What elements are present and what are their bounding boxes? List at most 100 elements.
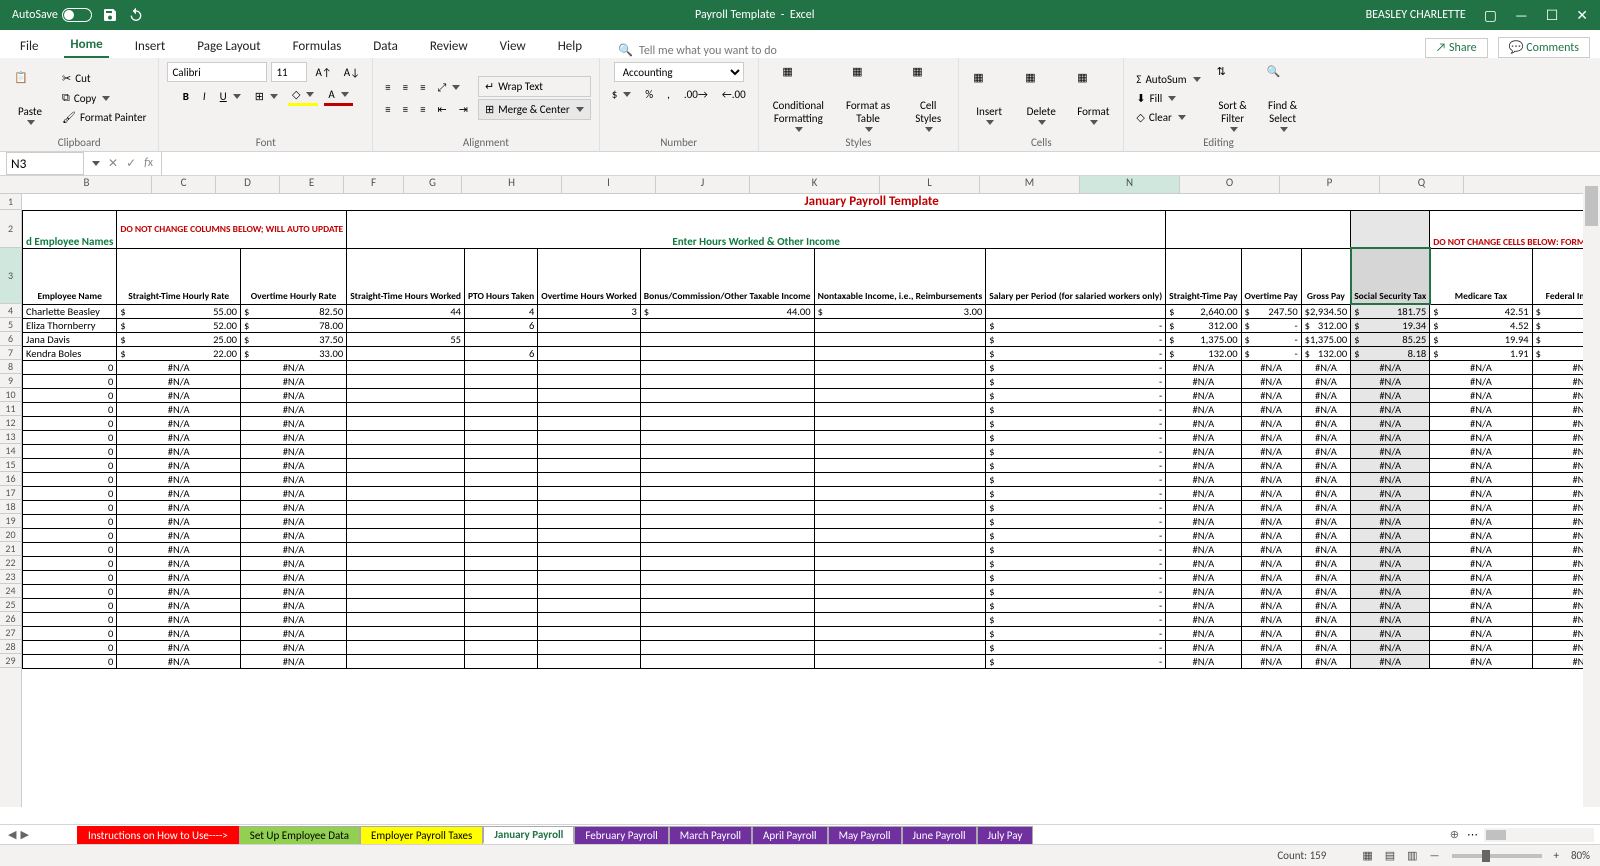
cell[interactable] [814,500,986,514]
paste-button[interactable]: 📋 Paste [8,69,52,127]
cell[interactable]: #N/A [241,500,347,514]
grid[interactable]: January Payroll Templated Employee Names… [22,194,1583,807]
row-header[interactable]: 20 [0,528,21,542]
font-color-button[interactable]: A [324,86,352,106]
cell[interactable]: $- [986,556,1166,570]
cell[interactable]: $- [1532,346,1583,360]
cell[interactable]: #N/A [117,612,241,626]
cell[interactable]: #N/A [1532,626,1583,640]
cell[interactable]: #N/A [241,416,347,430]
column-header[interactable]: K [750,176,880,193]
row-header[interactable]: 24 [0,584,21,598]
cell[interactable]: #N/A [1166,514,1241,528]
sort-filter-button[interactable]: ⇅Sort & Filter [1211,63,1255,134]
cell[interactable]: #N/A [117,584,241,598]
column-header[interactable]: L [880,176,980,193]
cell[interactable]: $- [986,416,1166,430]
cell[interactable] [814,332,986,346]
cell[interactable] [347,612,465,626]
employee-name-cell[interactable]: Charlette Beasley [23,304,117,318]
cell[interactable]: #N/A [117,626,241,640]
cell[interactable]: #N/A [241,458,347,472]
column-header[interactable]: Q [1380,176,1464,193]
comments-button[interactable]: 💬 Comments [1498,37,1590,58]
cell[interactable] [814,388,986,402]
cell[interactable]: #N/A [1532,486,1583,500]
row-header[interactable]: 22 [0,556,21,570]
cell[interactable] [814,486,986,500]
format-painter-button[interactable]: 🖌 Format Painter [58,109,150,126]
name-box[interactable] [6,152,84,175]
cell[interactable]: #N/A [1166,654,1241,668]
cell[interactable]: #N/A [1301,486,1351,500]
cell[interactable]: #N/A [1301,640,1351,654]
cell[interactable]: #N/A [1241,402,1301,416]
wrap-text-button[interactable]: ↵ Wrap Text [478,76,591,97]
cell[interactable] [538,500,641,514]
decrease-decimal-icon[interactable]: ←.00 [718,86,750,103]
cell[interactable]: #N/A [1532,556,1583,570]
cell[interactable]: #N/A [1532,430,1583,444]
cell[interactable] [347,388,465,402]
cell[interactable]: #N/A [1532,598,1583,612]
cell[interactable] [640,430,814,444]
autosave-toggle[interactable]: AutoSave [12,8,92,22]
cell[interactable]: 0 [23,374,117,388]
cell[interactable] [347,570,465,584]
cell[interactable] [347,402,465,416]
cell[interactable] [814,430,986,444]
cell[interactable]: #N/A [1351,486,1430,500]
cell[interactable]: #N/A [1241,542,1301,556]
cell[interactable]: $181.75 [1351,304,1430,318]
cell[interactable]: #N/A [1351,556,1430,570]
cell[interactable] [814,458,986,472]
cell[interactable]: $- [986,584,1166,598]
column-header[interactable]: C [152,176,216,193]
cell[interactable]: #N/A [1301,500,1351,514]
cell[interactable] [986,304,1166,318]
cell[interactable]: $- [986,332,1166,346]
sheet-tab[interactable]: June Payroll [902,826,977,844]
cell[interactable] [464,500,537,514]
cell[interactable] [538,472,641,486]
row-header[interactable]: 3 [0,248,21,304]
row-header[interactable]: 25 [0,598,21,612]
cell[interactable]: #N/A [1166,472,1241,486]
cell[interactable]: #N/A [1532,402,1583,416]
cell[interactable]: #N/A [1301,612,1351,626]
cell[interactable]: #N/A [1241,416,1301,430]
cell[interactable]: #N/A [1430,612,1532,626]
column-header[interactable]: J [656,176,750,193]
cell[interactable]: #N/A [1166,500,1241,514]
cell[interactable]: $44.00 [640,304,814,318]
cell[interactable] [640,514,814,528]
cell[interactable]: #N/A [1241,486,1301,500]
tab-data[interactable]: Data [367,35,404,58]
cell[interactable]: #N/A [1241,430,1301,444]
formula-input[interactable] [161,152,1600,175]
cell[interactable]: $- [986,626,1166,640]
cell[interactable]: #N/A [1301,472,1351,486]
cell[interactable]: #N/A [1430,388,1532,402]
cell[interactable] [347,654,465,668]
vertical-scrollbar[interactable] [1583,176,1600,807]
cell[interactable] [814,472,986,486]
tab-review[interactable]: Review [424,35,474,58]
clear-button[interactable]: ◇ Clear [1132,109,1204,126]
cell[interactable]: #N/A [1430,500,1532,514]
employee-name-cell[interactable]: Jana Davis [23,332,117,346]
cell[interactable]: #N/A [1430,542,1532,556]
cell[interactable]: #N/A [1430,360,1532,374]
column-header[interactable]: F [344,176,404,193]
cell[interactable]: $- [986,402,1166,416]
cell[interactable]: #N/A [1532,388,1583,402]
cell[interactable]: #N/A [1241,570,1301,584]
cell[interactable] [814,584,986,598]
cell[interactable]: #N/A [1430,458,1532,472]
cell[interactable]: #N/A [1241,584,1301,598]
cell[interactable]: $- [1532,332,1583,346]
column-header[interactable]: B [22,176,152,193]
cell[interactable]: #N/A [1532,360,1583,374]
cell[interactable]: #N/A [117,556,241,570]
cell[interactable] [814,374,986,388]
